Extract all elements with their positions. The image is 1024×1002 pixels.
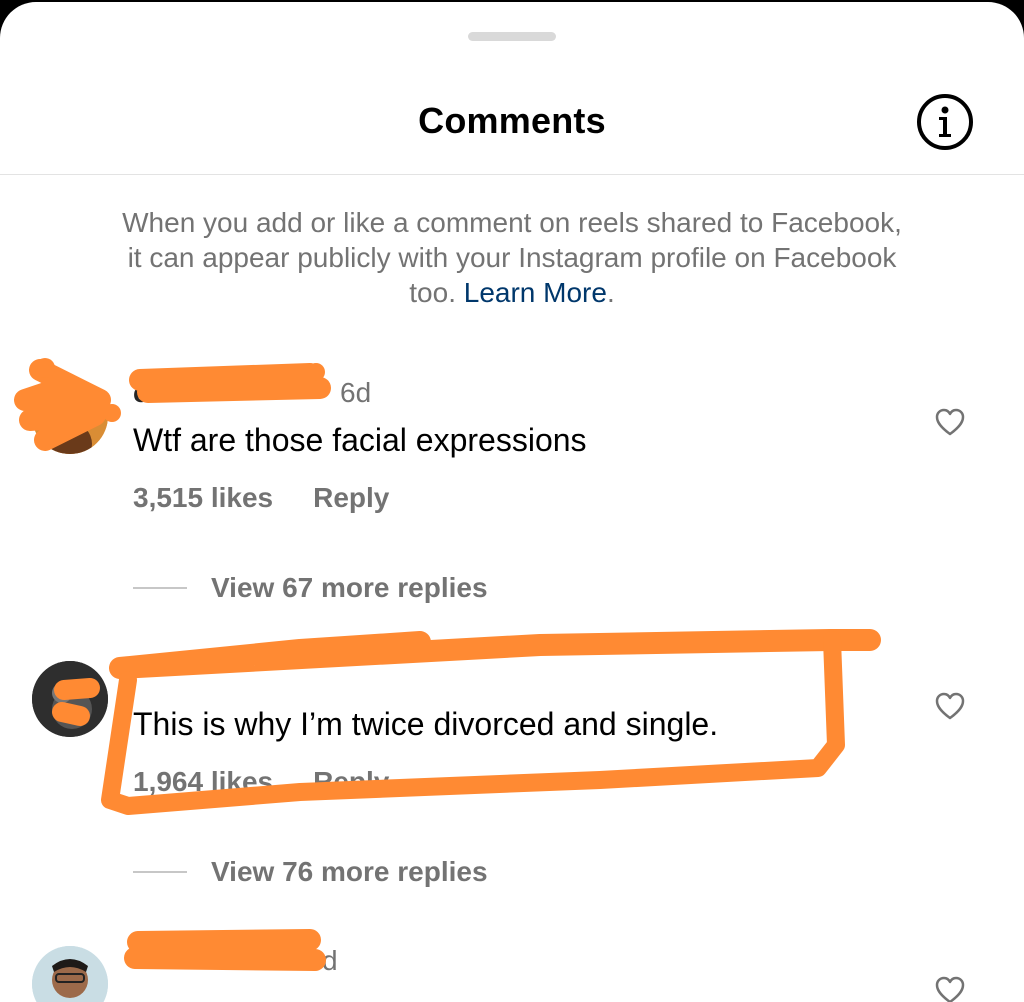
replies-divider-line xyxy=(133,871,187,873)
comments-sheet: Comments When you add or like a comment … xyxy=(0,2,1024,1002)
avatar[interactable] xyxy=(32,946,108,1002)
username[interactable]: c xyxy=(133,377,149,409)
view-replies-button[interactable]: View 76 more replies xyxy=(133,854,488,890)
timestamp: 6d xyxy=(340,377,372,408)
avatar[interactable] xyxy=(32,378,108,454)
avatar-image xyxy=(32,946,108,1002)
page-title: Comments xyxy=(418,100,606,141)
drag-handle[interactable] xyxy=(468,32,556,41)
heart-icon[interactable] xyxy=(935,692,965,720)
timestamp: d xyxy=(322,945,338,976)
like-count[interactable]: 1,964 likes xyxy=(133,766,273,797)
notice-period: . xyxy=(606,277,615,308)
header-divider xyxy=(0,174,1024,175)
view-replies-button[interactable]: View 67 more replies xyxy=(133,570,488,606)
learn-more-link[interactable]: Learn More xyxy=(464,277,607,308)
avatar-image xyxy=(32,378,108,454)
view-replies-label: View 76 more replies xyxy=(211,856,488,887)
heart-icon[interactable] xyxy=(935,976,965,1002)
view-replies-label: View 67 more replies xyxy=(211,572,488,603)
comment-meta: 1,964 likes Reply xyxy=(133,766,389,798)
comment-text: This is why I’m twice divorced and singl… xyxy=(133,706,719,742)
replies-divider-line xyxy=(133,587,187,589)
avatar-image xyxy=(32,661,108,737)
reply-button[interactable]: Reply xyxy=(313,766,389,797)
info-icon[interactable] xyxy=(916,93,974,151)
comment-meta: 3,515 likes Reply xyxy=(133,482,389,514)
facebook-sharing-notice: When you add or like a comment on reels … xyxy=(120,205,904,310)
like-count[interactable]: 3,515 likes xyxy=(133,482,273,513)
avatar[interactable] xyxy=(32,661,108,737)
reply-button[interactable]: Reply xyxy=(313,482,389,513)
heart-icon[interactable] xyxy=(935,408,965,436)
comment-text: Wtf are those facial expressions xyxy=(133,422,587,458)
